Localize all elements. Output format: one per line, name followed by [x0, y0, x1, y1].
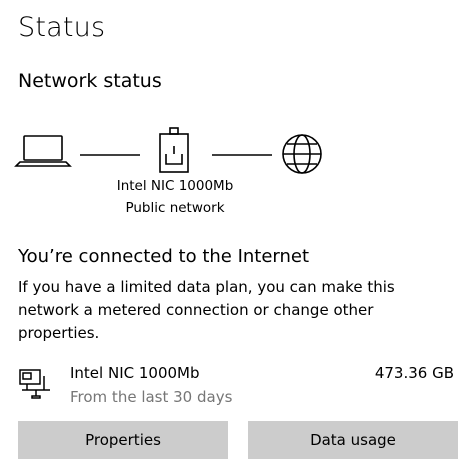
network-type: Public network [125, 200, 225, 216]
connection-description: If you have a limited data plan, you can… [18, 278, 395, 342]
connection-status-heading: You’re connected to the Internet [18, 246, 310, 267]
network-status-heading: Network status [18, 70, 162, 92]
usage-adapter-name: Intel NIC 1000Mb [70, 364, 200, 382]
properties-button[interactable]: Properties [18, 421, 228, 459]
network-diagram-graphic [14, 127, 322, 174]
globe-icon [282, 134, 322, 174]
data-usage-row: Intel NIC 1000Mb From the last 30 days 4… [0, 362, 474, 412]
adapter-name: Intel NIC 1000Mb [116, 178, 234, 194]
router-icon [159, 127, 189, 173]
network-diagram: Intel NIC 1000Mb Public network [0, 120, 474, 230]
usage-amount: 473.36 GB [374, 364, 454, 382]
page-title: Status [18, 12, 106, 43]
data-usage-button[interactable]: Data usage [248, 421, 458, 459]
laptop-icon [14, 135, 72, 167]
usage-period: From the last 30 days [70, 388, 233, 406]
ethernet-pc-icon [19, 369, 50, 399]
